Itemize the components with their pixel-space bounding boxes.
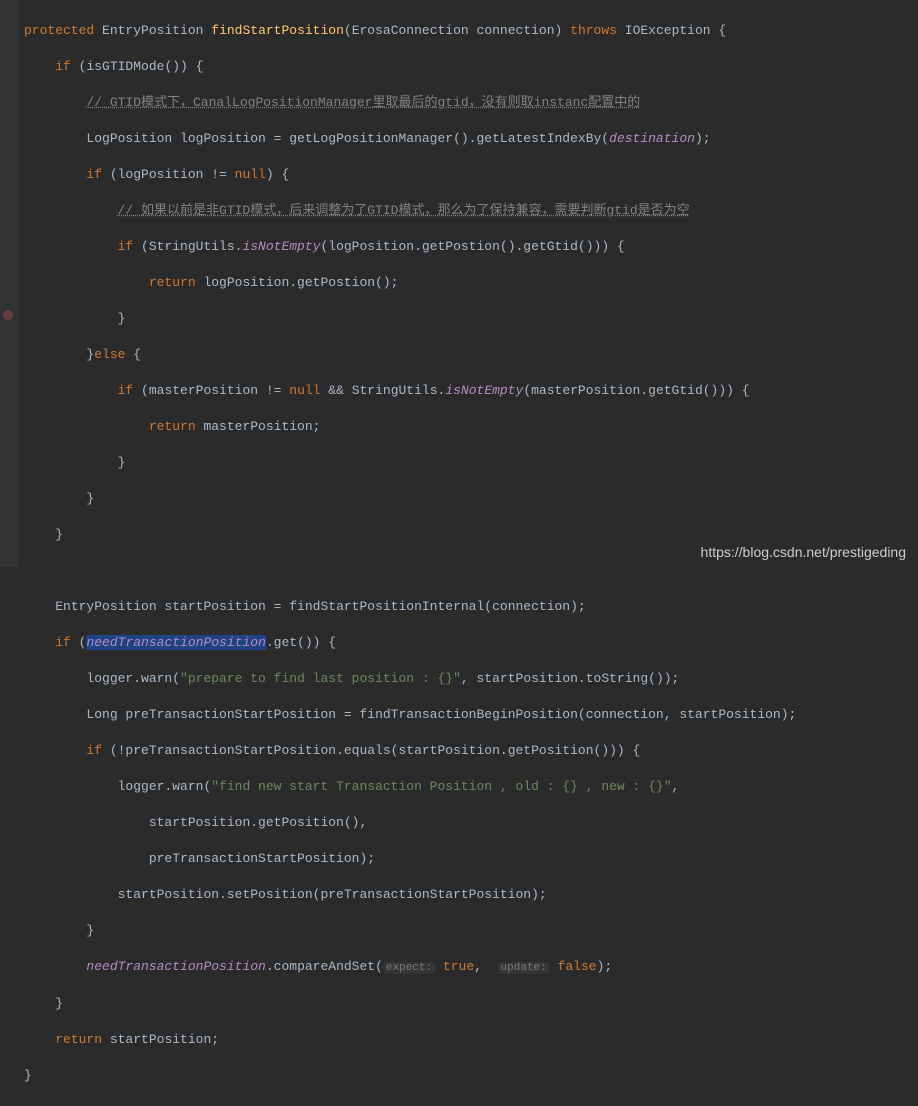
- code-line: }: [24, 1067, 918, 1085]
- code-line: preTransactionStartPosition);: [24, 850, 918, 868]
- code-line: if (isGTIDMode()) {: [24, 58, 918, 76]
- code-line: if (needTransactionPosition.get()) {: [24, 634, 918, 652]
- code-line: needTransactionPosition.compareAndSet(ex…: [24, 958, 918, 977]
- code-line: if (logPosition != null) {: [24, 166, 918, 184]
- gutter: [0, 0, 18, 567]
- code-line: return masterPosition;: [24, 418, 918, 436]
- code-line: [24, 562, 918, 580]
- code-line: startPosition.setPosition(preTransaction…: [24, 886, 918, 904]
- code-line: Long preTransactionStartPosition = findT…: [24, 706, 918, 724]
- code-line: }: [24, 995, 918, 1013]
- code-line: LogPosition logPosition = getLogPosition…: [24, 130, 918, 148]
- watermark-text: https://blog.csdn.net/prestigeding: [701, 543, 906, 561]
- code-line: }else {: [24, 346, 918, 364]
- code-line: return logPosition.getPostion();: [24, 274, 918, 292]
- code-line: }: [24, 454, 918, 472]
- code-line: if (masterPosition != null && StringUtil…: [24, 382, 918, 400]
- code-line: }: [24, 526, 918, 544]
- code-line: EntryPosition startPosition = findStartP…: [24, 598, 918, 616]
- code-line: if (StringUtils.isNotEmpty(logPosition.g…: [24, 238, 918, 256]
- code-line: }: [24, 310, 918, 328]
- code-line: startPosition.getPosition(),: [24, 814, 918, 832]
- code-line: }: [24, 490, 918, 508]
- breakpoint-marker[interactable]: [3, 310, 13, 320]
- code-line: // GTID模式下，CanalLogPositionManager里取最后的g…: [24, 94, 918, 112]
- code-line: // 如果以前是非GTID模式，后来调整为了GTID模式，那么为了保持兼容，需要…: [24, 202, 918, 220]
- code-line: return startPosition;: [24, 1031, 918, 1049]
- code-line: }: [24, 922, 918, 940]
- code-line: logger.warn("find new start Transaction …: [24, 778, 918, 796]
- code-line: protected EntryPosition findStartPositio…: [24, 22, 918, 40]
- code-line: if (!preTransactionStartPosition.equals(…: [24, 742, 918, 760]
- code-line: logger.warn("prepare to find last positi…: [24, 670, 918, 688]
